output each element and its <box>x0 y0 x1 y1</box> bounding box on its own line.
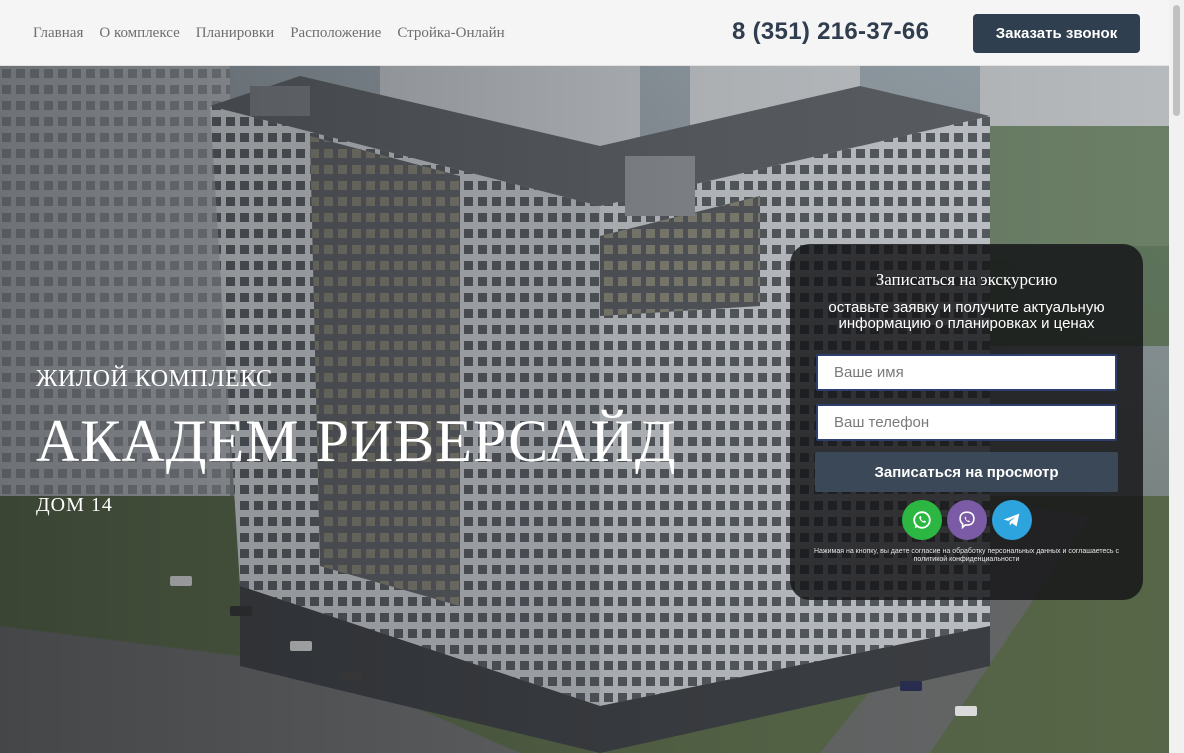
form-title: Записаться на экскурсию <box>875 270 1058 289</box>
form-description: оставьте заявку и получите актуальную ин… <box>828 299 1105 332</box>
hero-section: ЖИЛОЙ КОМПЛЕКС АКАДЕМ РИВЕРСАЙД ДОМ 14 З… <box>0 66 1169 753</box>
hero-title: АКАДЕМ РИВЕРСАЙД <box>36 408 677 474</box>
nav-item-about[interactable]: О комплексе <box>99 24 179 42</box>
phone-input[interactable] <box>816 404 1117 441</box>
site-header: Главная О комплексе Планировки Расположе… <box>0 0 1169 66</box>
nav-item-construction-online[interactable]: Стройка-Онлайн <box>397 24 504 42</box>
nav-item-home[interactable]: Главная <box>33 24 83 42</box>
whatsapp-icon[interactable] <box>902 500 942 540</box>
scrollbar-thumb[interactable] <box>1173 5 1180 116</box>
submit-viewing-button[interactable]: Записаться на просмотр <box>815 452 1118 492</box>
messenger-links <box>902 500 1032 540</box>
hero-house-number: ДОМ 14 <box>36 494 113 516</box>
main-nav: Главная О комплексе Планировки Расположе… <box>33 24 505 42</box>
page-scrollbar[interactable] <box>1169 0 1184 753</box>
telegram-icon[interactable] <box>992 500 1032 540</box>
nav-item-location[interactable]: Расположение <box>290 24 381 42</box>
hero-subtitle: ЖИЛОЙ КОМПЛЕКС <box>36 366 273 392</box>
excursion-form: Записаться на экскурсию оставьте заявку … <box>790 244 1143 600</box>
nav-item-layouts[interactable]: Планировки <box>196 24 274 42</box>
viber-icon[interactable] <box>947 500 987 540</box>
privacy-consent-text: Нажимая на кнопку, вы даете согласие на … <box>813 548 1119 563</box>
phone-number[interactable]: 8 (351) 216-37-66 <box>732 16 929 48</box>
name-input[interactable] <box>816 354 1117 391</box>
order-call-button[interactable]: Заказать звонок <box>973 14 1140 53</box>
